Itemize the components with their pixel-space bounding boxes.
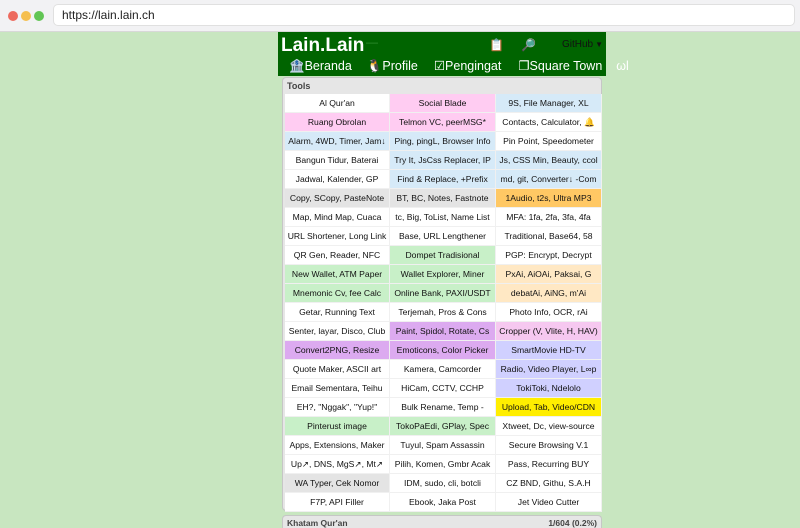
- tool-link[interactable]: Find & Replace, +Prefix: [390, 170, 496, 189]
- tool-link[interactable]: WA Typer, Cek Nomor: [285, 474, 390, 493]
- browser-chrome: https://lain.lain.ch: [0, 0, 800, 32]
- tool-link[interactable]: Ebook, Jaka Post: [390, 493, 496, 512]
- tool-link[interactable]: Pin Point, Speedometer: [496, 132, 602, 151]
- tools-panel: Tools Al Qur'an Social Blade 9S, File Mana…: [282, 77, 602, 512]
- nav-item-pengingat[interactable]: ☑Pengingat: [434, 57, 502, 76]
- tool-link[interactable]: Mnemonic Cv, fee Calc: [285, 284, 390, 303]
- nav-item-square-town[interactable]: ❐Square Town: [518, 57, 602, 76]
- tool-link[interactable]: Pinterust image: [285, 417, 390, 436]
- close-window-icon[interactable]: [8, 11, 18, 21]
- minimize-window-icon[interactable]: [21, 11, 31, 21]
- tool-link[interactable]: Convert2PNG, Resize: [285, 341, 390, 360]
- tool-link[interactable]: Pilih, Komen, Gmbr Acak: [390, 455, 496, 474]
- tool-link[interactable]: Bangun Tidur, Baterai: [285, 151, 390, 170]
- search-icon[interactable]: 🔎: [521, 38, 536, 52]
- tool-link[interactable]: Al Qur'an: [285, 94, 390, 113]
- tool-link[interactable]: 1Audio, t2s, Ultra MP3: [496, 189, 602, 208]
- tool-link[interactable]: PGP: Encrypt, Decrypt: [496, 246, 602, 265]
- tool-link[interactable]: Secure Browsing V.1: [496, 436, 602, 455]
- tool-link[interactable]: HiCam, CCTV, CCHP: [390, 379, 496, 398]
- chevron-down-icon: ▼: [595, 40, 604, 49]
- nav-item-profile[interactable]: 🐧Profile: [367, 57, 418, 76]
- site-header: Lain.Lain — 📋 🔎 🏦Beranda 🐧Profile ☑Pengi…: [278, 32, 629, 76]
- tool-link[interactable]: Ping, pingL, Browser Info: [390, 132, 496, 151]
- tool-link[interactable]: IDM, sudo, cli, botcli: [390, 474, 496, 493]
- khatam-quran-title: Khatam Qur'an: [287, 518, 348, 528]
- tool-link[interactable]: Traditional, Base64, 58: [496, 227, 602, 246]
- tool-link[interactable]: Senter, layar, Disco, Club: [285, 322, 390, 341]
- tool-link[interactable]: CZ BND, Githu, S.A.H: [496, 474, 602, 493]
- site-brand[interactable]: Lain.Lain: [281, 34, 364, 58]
- clipboard-icon[interactable]: 📋: [489, 38, 504, 52]
- tool-link[interactable]: Email Sementara, Teihu: [285, 379, 390, 398]
- tool-link[interactable]: Social Blade: [390, 94, 496, 113]
- tool-link[interactable]: Contacts, Calculator, 🔔: [496, 113, 602, 132]
- tool-link[interactable]: Apps, Extensions, Maker: [285, 436, 390, 455]
- tool-link[interactable]: Xtweet, Dc, view-source: [496, 417, 602, 436]
- github-select-value: GitHub: [562, 39, 594, 50]
- tool-link[interactable]: Pass, Recurring BUY: [496, 455, 602, 474]
- brand-separator: —: [366, 35, 378, 49]
- tool-link[interactable]: Ruang Obrolan: [285, 113, 390, 132]
- tool-link[interactable]: md, git, Converter↓ -Com: [496, 170, 602, 189]
- tool-link[interactable]: Js, CSS Min, Beauty, ccol: [496, 151, 602, 170]
- tool-link[interactable]: Paint, Spidol, Rotate, Cs: [390, 322, 496, 341]
- tool-link[interactable]: Dompet Tradisional: [390, 246, 496, 265]
- tool-link[interactable]: TokiToki, Ndelolo: [496, 379, 602, 398]
- tool-link[interactable]: Jet Video Cutter: [496, 493, 602, 512]
- tool-link[interactable]: Kamera, Camcorder: [390, 360, 496, 379]
- tool-link[interactable]: Up↗, DNS, MgS↗, Mt↗: [285, 455, 390, 474]
- github-select[interactable]: GitHub ▼: [562, 38, 605, 52]
- tool-link[interactable]: Online Bank, PAXI/USDT: [390, 284, 496, 303]
- tool-link[interactable]: MFA: 1fa, 2fa, 3fa, 4fa: [496, 208, 602, 227]
- tool-link[interactable]: Upload, Tab, Video/CDN: [496, 398, 602, 417]
- tool-link[interactable]: Jadwal, Kalender, GP: [285, 170, 390, 189]
- tool-link[interactable]: SmartMovie HD-TV: [496, 341, 602, 360]
- tool-link[interactable]: Tuyul, Spam Assassin: [390, 436, 496, 455]
- tool-link[interactable]: URL Shortener, Long Link: [285, 227, 390, 246]
- tools-grid: Al Qur'an Social Blade 9S, File Manager, X…: [285, 94, 602, 512]
- tool-link[interactable]: Emoticons, Color Picker: [390, 341, 496, 360]
- tool-link[interactable]: Alarm, 4WD, Timer, Jam↓: [285, 132, 390, 151]
- tool-link[interactable]: 9S, File Manager, XL: [496, 94, 602, 113]
- tool-link[interactable]: Base, URL Lengthener: [390, 227, 496, 246]
- tool-link[interactable]: BT, BC, Notes, Fastnote: [390, 189, 496, 208]
- tool-link[interactable]: Photo Info, OCR, rAi: [496, 303, 602, 322]
- address-bar[interactable]: https://lain.lain.ch: [54, 5, 794, 25]
- tool-link[interactable]: Wallet Explorer, Miner: [390, 265, 496, 284]
- tool-link[interactable]: EH?, "Nggak", "Yup!": [285, 398, 390, 417]
- khatam-quran-panel: Khatam Qur'an 1/604 (0.2%): [282, 515, 602, 528]
- tool-link[interactable]: Telmon VC, peerMSG*: [390, 113, 496, 132]
- tool-link[interactable]: PxAi, AiOAi, Paksai, G: [496, 265, 602, 284]
- main-nav: 🏦Beranda 🐧Profile ☑Pengingat ❐Square Tow…: [278, 57, 629, 76]
- tool-link[interactable]: Map, Mind Map, Cuaca: [285, 208, 390, 227]
- nav-item-extra[interactable]: ωl: [616, 57, 629, 76]
- tool-link[interactable]: tc, Big, ToList, Name List: [390, 208, 496, 227]
- tool-link[interactable]: Quote Maker, ASCII art: [285, 360, 390, 379]
- khatam-quran-progress: 1/604 (0.2%): [548, 518, 597, 528]
- tool-link[interactable]: Radio, Video Player, L∞p: [496, 360, 602, 379]
- tool-link[interactable]: debatAi, AiNG, m'Ai: [496, 284, 602, 303]
- tool-link[interactable]: QR Gen, Reader, NFC: [285, 246, 390, 265]
- tool-link[interactable]: Bulk Rename, Temp -: [390, 398, 496, 417]
- tool-link[interactable]: Getar, Running Text: [285, 303, 390, 322]
- tool-link[interactable]: Copy, SCopy, PasteNote: [285, 189, 390, 208]
- maximize-window-icon[interactable]: [34, 11, 44, 21]
- tool-link[interactable]: Try It, JsCss Replacer, IP: [390, 151, 496, 170]
- tools-panel-title: Tools: [287, 81, 311, 91]
- tool-link[interactable]: TokoPaEdi, GPlay, Spec: [390, 417, 496, 436]
- tool-link[interactable]: Cropper (V, Vlite, H, HAV): [496, 322, 602, 341]
- nav-item-beranda[interactable]: 🏦Beranda: [289, 57, 352, 76]
- tool-link[interactable]: New Wallet, ATM Paper: [285, 265, 390, 284]
- tool-link[interactable]: F7P, API Filler: [285, 493, 390, 512]
- tool-link[interactable]: Terjemah, Pros & Cons: [390, 303, 496, 322]
